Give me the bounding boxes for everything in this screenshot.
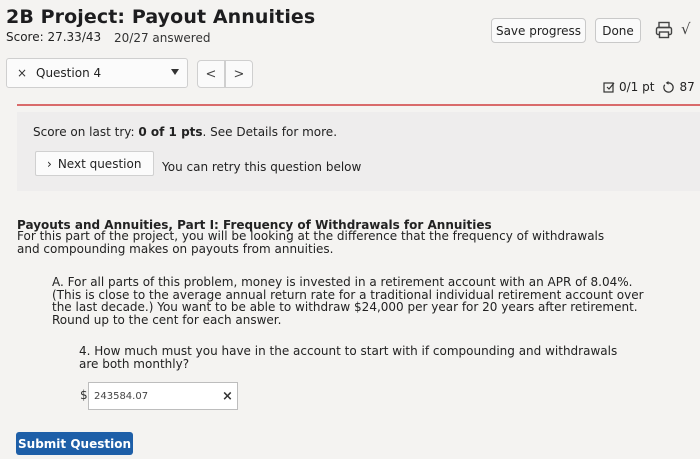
print-icon[interactable] [655,21,673,39]
score-text: Score: 27.33/43 [6,30,102,44]
save-progress-button[interactable]: Save progress [491,18,586,43]
answered-count: 20/27 answered [114,31,211,45]
part-a-text: A. For all parts of this problem, money … [52,275,644,327]
retry-message: You can retry this question below [162,160,362,174]
wrong-answer-icon: × [222,389,233,404]
retry-icon [663,80,675,93]
math-symbols-icon[interactable]: √ [681,20,691,38]
previous-question-button[interactable]: < [197,60,225,88]
incorrect-status-icon: × [17,66,28,80]
done-button[interactable]: Done [595,18,641,43]
next-question-arrow-button[interactable]: > [225,60,253,88]
feedback-divider [17,104,700,106]
question-selector-label: Question 4 [36,66,102,80]
points-indicator: 0/1 pt 87 [603,80,695,94]
retry-count: 87 [679,80,695,94]
next-question-button[interactable]: › Next question [35,151,154,176]
submit-question-button[interactable]: Submit Question [16,432,133,455]
page: 2B Project: Payout Annuities Score: 27.3… [0,0,700,459]
section-intro: For this part of the project, you will b… [17,229,605,256]
currency-symbol: $ [80,388,88,402]
last-try-score: Score on last try: 0 of 1 pts. See Detai… [33,125,338,139]
checkbox-edit-icon [603,82,615,93]
next-question-label: Next question [57,156,142,171]
chevron-right-icon: › [47,156,52,171]
chevron-down-icon [171,69,179,75]
question-4-text: 4. How much must you have in the account… [79,344,618,371]
answer-input[interactable]: 243584.07 [88,382,238,410]
page-title: 2B Project: Payout Annuities [6,6,316,28]
question-selector[interactable]: × Question 4 [6,58,188,88]
points-text: 0/1 pt [619,80,655,94]
